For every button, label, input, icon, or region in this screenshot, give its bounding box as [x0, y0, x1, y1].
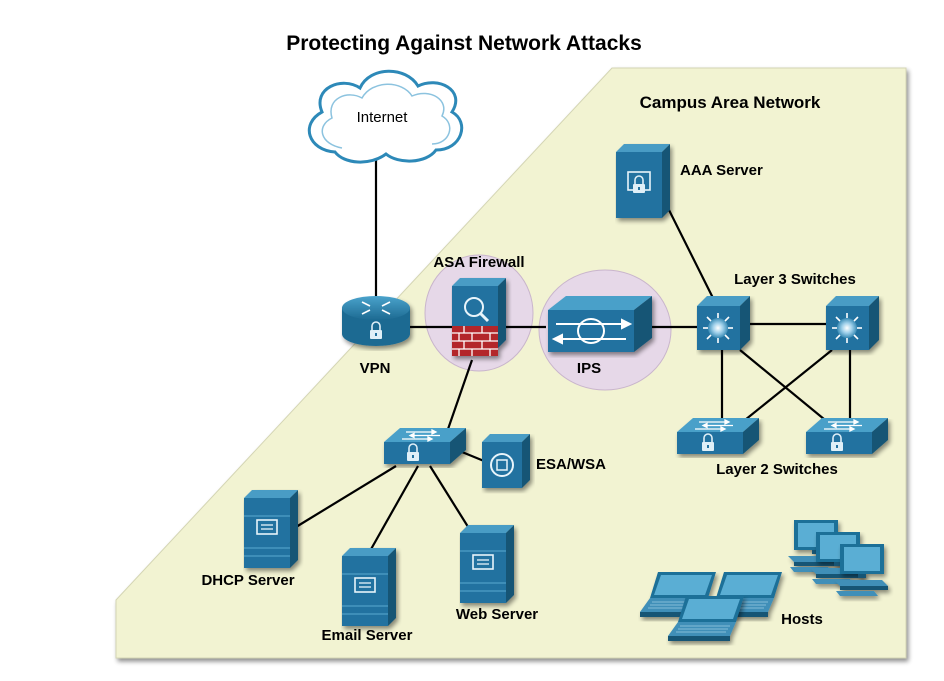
vpn-router-icon	[342, 296, 410, 346]
host-desktop-3-icon	[834, 544, 888, 596]
network-diagram: Protecting Against Network Attacks Campu…	[115, 32, 907, 659]
campus-area-title: Campus Area Network	[640, 93, 821, 112]
layer2-switch-right-icon	[805, 417, 889, 455]
page-title: Protecting Against Network Attacks	[286, 32, 642, 55]
internet-cloud: Internet	[307, 69, 464, 164]
dhcp-server-label: DHCP Server	[201, 572, 294, 589]
asa-firewall-icon	[452, 278, 506, 356]
ips-icon	[548, 296, 652, 352]
web-server-icon	[459, 524, 515, 604]
email-server-icon	[341, 547, 397, 627]
asa-firewall-label: ASA Firewall	[433, 254, 524, 271]
layer2-switch-left-icon	[676, 417, 760, 455]
access-switch-icon	[383, 427, 467, 465]
vpn-label: VPN	[360, 360, 391, 377]
esa-wsa-icon	[482, 434, 530, 488]
email-server-label: Email Server	[322, 627, 413, 644]
layer3-switch-left-icon	[697, 296, 750, 350]
layer3-switches-label: Layer 3 Switches	[734, 271, 856, 288]
aaa-server-icon	[616, 144, 670, 218]
web-server-label: Web Server	[456, 606, 538, 623]
ips-label: IPS	[577, 360, 601, 377]
aaa-server-label: AAA Server	[680, 162, 763, 179]
layer2-switches-label: Layer 2 Switches	[716, 461, 838, 478]
esa-wsa-label: ESA/WSA	[536, 456, 606, 473]
hosts-label: Hosts	[781, 611, 823, 628]
layer3-switch-right-icon	[826, 296, 879, 350]
internet-label: Internet	[357, 109, 409, 126]
dhcp-server-icon	[243, 489, 299, 569]
